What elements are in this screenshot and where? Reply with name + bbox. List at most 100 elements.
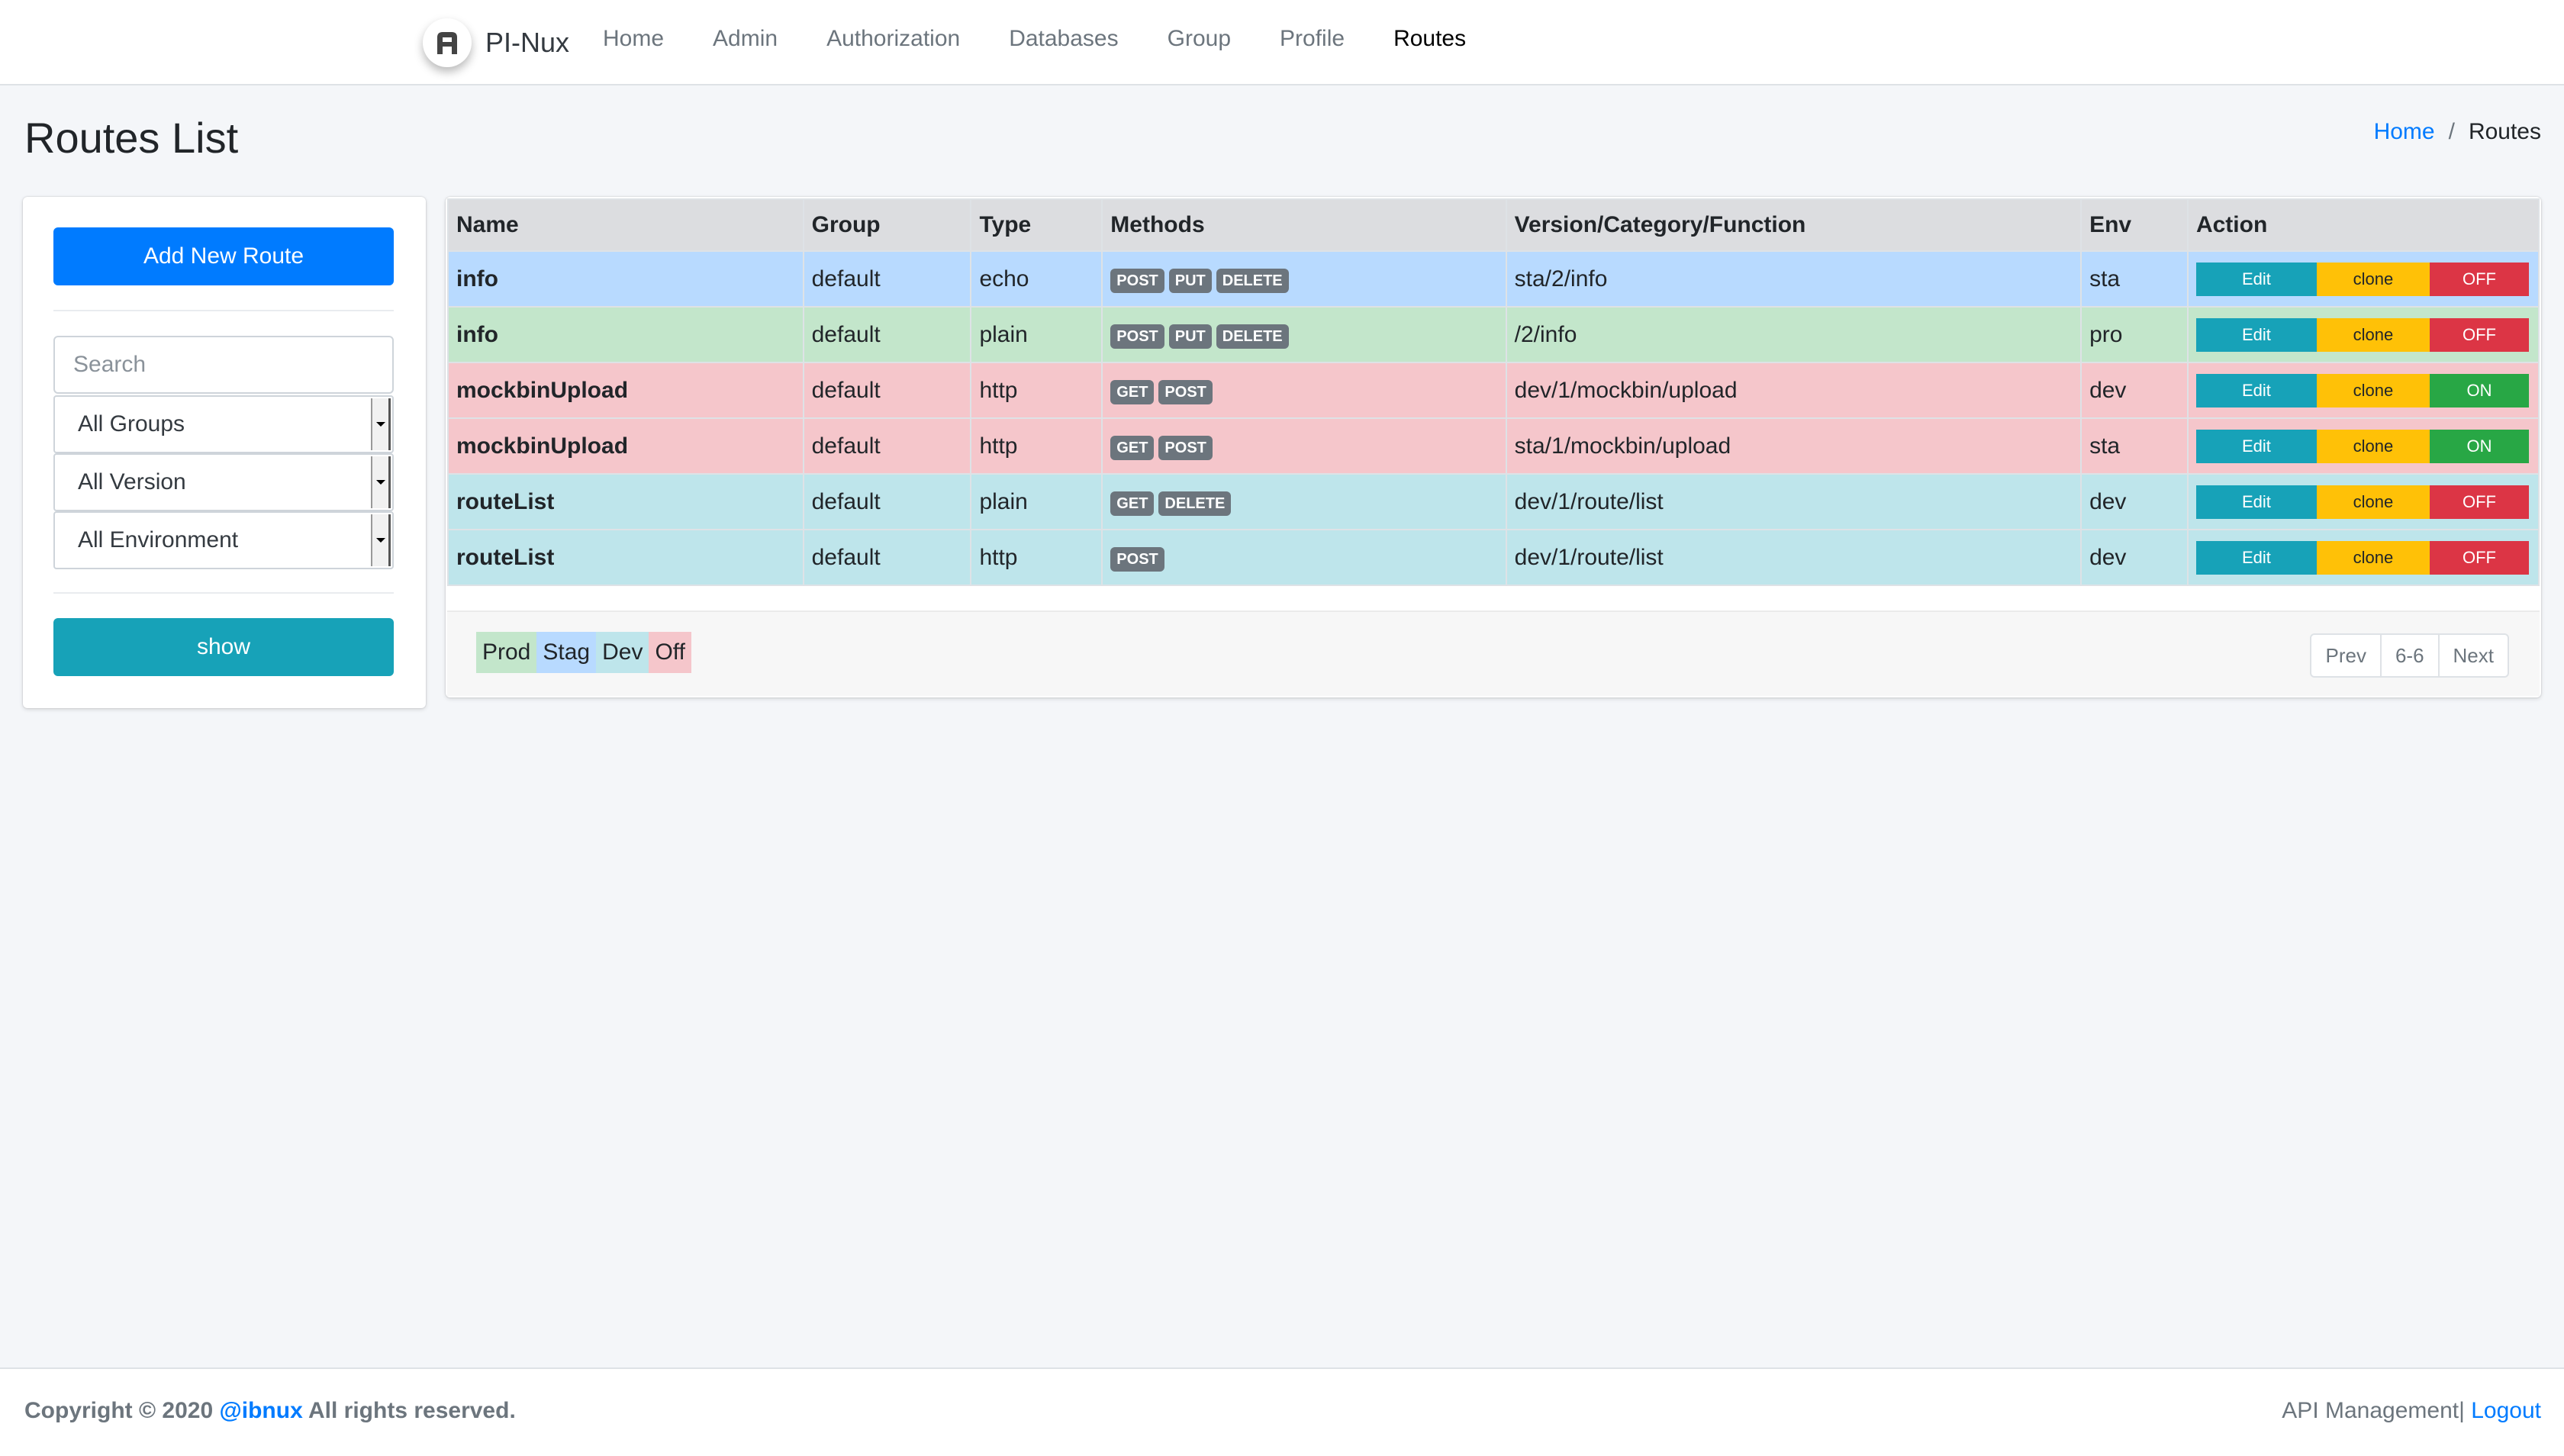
toggle-status-button[interactable]: OFF (2429, 540, 2529, 575)
brand-name: PI-Nux (485, 27, 570, 58)
brand[interactable]: PI-Nux (423, 18, 569, 67)
route-env: dev (2080, 473, 2189, 530)
clone-button[interactable]: clone (2316, 429, 2430, 463)
action-button-group: Edit clone OFF (2195, 317, 2530, 352)
clone-button[interactable]: clone (2316, 317, 2430, 352)
nav-links: Home Admin Authorization Databases Group… (603, 26, 1515, 52)
route-group: default (802, 417, 972, 475)
divider (53, 310, 394, 311)
route-group: default (802, 306, 972, 363)
footer-separator: | (2459, 1398, 2465, 1423)
show-button[interactable]: show (53, 618, 394, 676)
route-group: default (802, 529, 972, 586)
nav-link-routes[interactable]: Routes (1393, 26, 1466, 52)
clone-button[interactable]: clone (2316, 540, 2430, 575)
edit-button[interactable]: Edit (2195, 262, 2317, 296)
edit-button[interactable]: Edit (2195, 429, 2317, 463)
routes-card: Name Group Type Methods Version/Category… (446, 197, 2541, 697)
method-badge: GET (1110, 491, 1155, 516)
route-env: sta (2080, 250, 2189, 308)
page-footer: Copyright © 2020 @ibnux All rights reser… (0, 1367, 2564, 1456)
route-name: routeList (447, 529, 804, 586)
page-range: 6-6 (2382, 635, 2440, 676)
clone-button[interactable]: clone (2316, 262, 2430, 296)
nav-link-databases[interactable]: Databases (1009, 26, 1118, 52)
method-badge: POST (1158, 379, 1213, 404)
version-select-value: All Version (78, 469, 186, 494)
action-button-group: Edit clone ON (2195, 373, 2530, 407)
column-header: Type (970, 198, 1103, 252)
toggle-status-button[interactable]: OFF (2429, 317, 2529, 352)
action-button-group: Edit clone OFF (2195, 485, 2530, 519)
route-env: dev (2080, 362, 2189, 419)
group-select[interactable]: All Groups (53, 395, 394, 453)
route-name: mockbinUpload (447, 417, 804, 475)
route-actions: Edit clone OFF (2186, 306, 2540, 363)
route-type: plain (970, 306, 1103, 363)
next-page-button[interactable]: Next (2440, 635, 2508, 676)
author-link[interactable]: @ibnux (220, 1398, 303, 1423)
nav-link-group[interactable]: Group (1168, 26, 1231, 52)
edit-button[interactable]: Edit (2195, 317, 2317, 352)
chevron-down-icon (371, 456, 391, 508)
chevron-down-icon (371, 514, 391, 566)
method-badge: PUT (1168, 268, 1212, 293)
route-group: default (802, 250, 972, 308)
route-actions: Edit clone OFF (2186, 529, 2540, 586)
action-button-group: Edit clone OFF (2195, 262, 2530, 296)
clone-button[interactable]: clone (2316, 485, 2430, 519)
pagination: Prev 6-6 Next (2310, 633, 2509, 678)
nav-link-profile[interactable]: Profile (1280, 26, 1345, 52)
toggle-status-button[interactable]: ON (2429, 373, 2529, 407)
route-name: info (447, 250, 804, 308)
environment-select-value: All Environment (78, 527, 239, 552)
toggle-status-button[interactable]: OFF (2429, 485, 2529, 519)
version-select[interactable]: All Version (53, 453, 394, 511)
nav-link-home[interactable]: Home (603, 26, 664, 52)
edit-button[interactable]: Edit (2195, 540, 2317, 575)
method-badge: POST (1158, 435, 1213, 460)
action-button-group: Edit clone OFF (2195, 540, 2530, 575)
method-badge: GET (1110, 435, 1155, 460)
copyright-prefix: Copyright © 2020 (24, 1398, 214, 1423)
app-name: API Management (2282, 1398, 2459, 1423)
method-badge: PUT (1168, 324, 1212, 349)
route-path: sta/2/info (1505, 250, 2082, 308)
method-badge: POST (1110, 324, 1164, 349)
copyright-suffix: All rights reserved. (308, 1398, 516, 1423)
method-badge: DELETE (1158, 491, 1232, 516)
method-badge: GET (1110, 379, 1155, 404)
method-badge: POST (1110, 268, 1164, 293)
table-card-footer: Prod Stag Dev Off Prev 6-6 Next (447, 610, 2540, 696)
route-methods: POST PUT DELETE (1101, 306, 1507, 363)
edit-button[interactable]: Edit (2195, 485, 2317, 519)
column-header: Methods (1101, 198, 1507, 252)
logout-link[interactable]: Logout (2471, 1398, 2541, 1423)
nav-link-authorization[interactable]: Authorization (826, 26, 960, 52)
breadcrumb-home-link[interactable]: Home (2374, 119, 2435, 145)
route-path: dev/1/route/list (1505, 529, 2082, 586)
route-path: dev/1/route/list (1505, 473, 2082, 530)
edit-button[interactable]: Edit (2195, 373, 2317, 407)
brand-logo-icon (423, 18, 472, 67)
toggle-status-button[interactable]: ON (2429, 429, 2529, 463)
clone-button[interactable]: clone (2316, 373, 2430, 407)
table-row: info default plain POST PUT DELETE/2/info pro E… (447, 306, 2540, 363)
environment-select[interactable]: All Environment (53, 511, 394, 569)
table-row: mockbinUpload default http GET POST dev/1/moc… (447, 362, 2540, 419)
divider (53, 592, 394, 594)
add-new-route-button[interactable]: Add New Route (53, 227, 394, 285)
route-type: http (970, 417, 1103, 475)
nav-link-admin[interactable]: Admin (713, 26, 778, 52)
search-input[interactable] (53, 336, 394, 394)
prev-page-button[interactable]: Prev (2311, 635, 2382, 676)
column-header: Action (2186, 198, 2540, 252)
toggle-status-button[interactable]: OFF (2429, 262, 2529, 296)
route-group: default (802, 473, 972, 530)
route-type: http (970, 529, 1103, 586)
route-name: info (447, 306, 804, 363)
route-name: routeList (447, 473, 804, 530)
group-select-value: All Groups (78, 411, 185, 436)
route-methods: POST PUT DELETE (1101, 250, 1507, 308)
route-actions: Edit clone ON (2186, 417, 2540, 475)
